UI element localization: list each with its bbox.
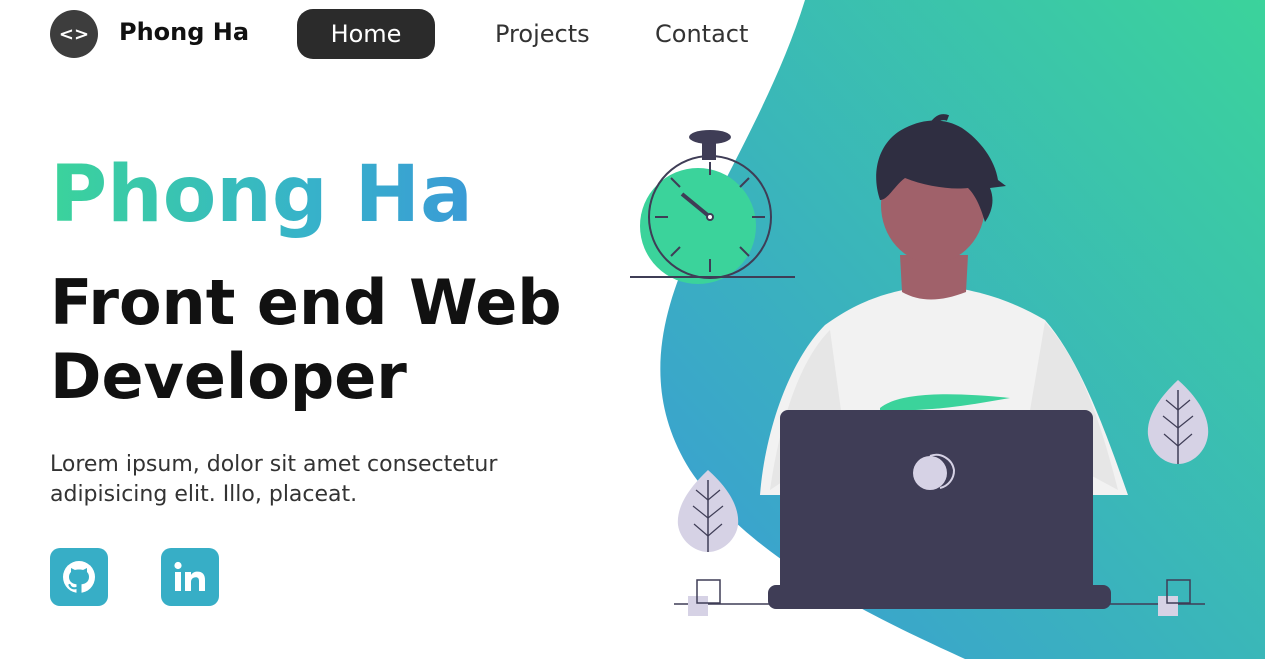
linkedin-link-button[interactable]: [161, 548, 219, 606]
nav-link-projects[interactable]: Projects: [495, 9, 590, 59]
brand-name[interactable]: Phong Ha: [119, 18, 249, 46]
top-navbar: <> Phong Ha Home Projects Contact: [0, 0, 800, 70]
hero-description: Lorem ipsum, dolor sit amet consectetur …: [50, 452, 498, 507]
code-brackets-icon[interactable]: <>: [50, 10, 98, 58]
logo-symbol: <>: [58, 23, 90, 45]
stopwatch-icon: [630, 130, 795, 284]
linkedin-icon: [174, 561, 205, 591]
hero-title: Front end Web Developer: [50, 266, 562, 413]
github-icon: [63, 561, 95, 593]
laptop: [768, 410, 1111, 609]
nav-link-contact[interactable]: Contact: [655, 9, 748, 59]
nav-link-home[interactable]: Home: [297, 9, 435, 59]
developer-illustration: [630, 114, 1209, 616]
hero-name: Phong Ha: [50, 150, 473, 240]
plant-leaf-right-icon: [1147, 380, 1209, 464]
github-link-button[interactable]: [50, 548, 108, 606]
plant-leaf-icon: [677, 470, 739, 552]
